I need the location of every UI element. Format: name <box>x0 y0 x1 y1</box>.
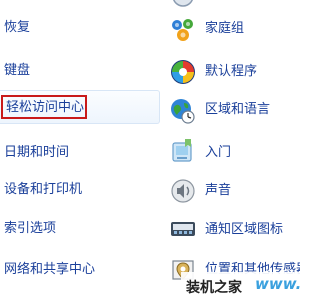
default-programs-icon <box>169 58 197 86</box>
item-notification-area-icons[interactable]: 通知区域图标 <box>205 222 283 238</box>
item-sound[interactable]: 声音 <box>205 183 231 199</box>
item-keyboard[interactable]: 键盘 <box>4 63 30 79</box>
partial-top-icon <box>169 0 197 10</box>
control-panel-right-column: 家庭组 默认程序 区域和语言 入门 声音 通知区域图标 位置和其他传感器 <box>165 0 300 300</box>
item-homegroup[interactable]: 家庭组 <box>205 21 244 37</box>
item-default-programs[interactable]: 默认程序 <box>205 64 257 80</box>
item-indexing-options[interactable]: 索引选项 <box>4 221 56 237</box>
item-network-sharing-center[interactable]: 网络和共享中心 <box>4 262 95 278</box>
watermark-text-en: www.lot <box>255 275 300 293</box>
watermark: 装机之家 www.lot <box>181 272 300 300</box>
item-devices-and-printers[interactable]: 设备和打印机 <box>4 182 82 198</box>
item-recovery[interactable]: 恢复 <box>4 20 30 36</box>
sound-icon <box>169 177 197 205</box>
control-panel-left-column: 恢复 键盘 轻松访问中心 日期和时间 设备和打印机 索引选项 网络和共享中心 <box>0 0 165 300</box>
getting-started-icon <box>169 137 197 165</box>
item-ease-of-access-center[interactable]: 轻松访问中心 <box>1 95 87 119</box>
region-language-icon <box>169 97 197 125</box>
item-date-and-time[interactable]: 日期和时间 <box>4 145 69 161</box>
notification-area-icon <box>169 215 197 243</box>
watermark-text-cn: 装机之家 <box>186 280 242 296</box>
homegroup-icon <box>169 16 197 44</box>
item-region-language[interactable]: 区域和语言 <box>205 102 270 118</box>
item-getting-started[interactable]: 入门 <box>205 145 231 161</box>
control-panel-window: 恢复 键盘 轻松访问中心 日期和时间 设备和打印机 索引选项 网络和共享中心 家… <box>0 0 300 300</box>
